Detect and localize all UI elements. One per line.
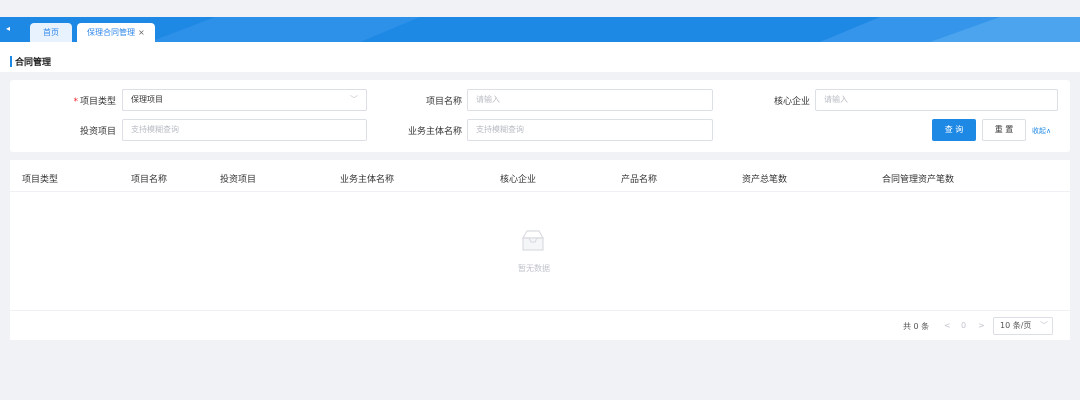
collapse-filter-link[interactable]: 收起∧ <box>1032 126 1051 136</box>
tab-factoring-contract[interactable]: 保理合同管理 × <box>77 23 155 42</box>
current-page[interactable]: 0 <box>961 321 966 330</box>
chevron-down-icon: ﹀ <box>350 95 358 104</box>
reset-button[interactable]: 重 置 <box>982 119 1026 141</box>
page-size-value: 10 条/页 <box>1000 321 1032 330</box>
empty-text: 暂无数据 <box>518 264 550 273</box>
column-contract-assets: 合同管理资产笔数 <box>882 175 955 185</box>
project-type-label: * 项目类型 <box>73 97 116 107</box>
title-accent-bar <box>10 56 12 67</box>
tab-home-label: 首页 <box>43 28 59 37</box>
page-header: 合同管理 <box>0 42 1080 72</box>
page-title: 合同管理 <box>15 58 52 68</box>
query-button[interactable]: 查 询 <box>932 119 976 141</box>
empty-box-icon <box>521 230 545 251</box>
column-investment-project: 投资项目 <box>220 175 257 185</box>
header-decoration <box>150 17 1080 42</box>
column-project-name: 项目名称 <box>131 175 168 185</box>
tab-home[interactable]: 首页 <box>30 23 72 42</box>
close-icon[interactable]: × <box>138 28 145 37</box>
pagination-total: 共 0 条 <box>903 322 930 331</box>
project-type-select[interactable]: 保理项目 ﹀ <box>122 89 367 111</box>
next-page-button[interactable]: > <box>978 321 985 330</box>
pagination: 共 0 条 < 0 > 10 条/页 ﹀ <box>10 310 1070 340</box>
required-mark: * <box>73 97 78 107</box>
business-entity-label: 业务主体名称 <box>407 127 462 137</box>
chevron-down-icon: ﹀ <box>1040 321 1048 330</box>
column-business-entity: 业务主体名称 <box>340 175 395 185</box>
table-header: 项目类型 项目名称 投资项目 业务主体名称 核心企业 产品名称 资产总笔数 合同… <box>10 160 1070 192</box>
project-name-label: 项目名称 <box>425 97 462 107</box>
column-core-enterprise: 核心企业 <box>500 175 537 185</box>
core-enterprise-input[interactable]: 请输入 <box>815 89 1058 111</box>
project-name-input[interactable]: 请输入 <box>467 89 713 111</box>
filter-panel: * 项目类型 保理项目 ﹀ 项目名称 请输入 核心企业 请输入 投资项目 支持模糊… <box>10 80 1070 152</box>
tab-factoring-contract-label: 保理合同管理 <box>87 28 135 37</box>
page-size-select[interactable]: 10 条/页 ﹀ <box>993 317 1053 335</box>
prev-page-button[interactable]: < <box>944 321 951 330</box>
column-project-type: 项目类型 <box>22 175 59 185</box>
project-type-value: 保理项目 <box>131 95 163 104</box>
core-enterprise-label: 核心企业 <box>773 97 810 107</box>
top-tab-bar: ◂ 首页 保理合同管理 × <box>0 17 1080 42</box>
column-total-assets: 资产总笔数 <box>742 175 788 185</box>
collapse-sidebar-icon[interactable]: ◂ <box>6 23 16 35</box>
investment-project-input[interactable]: 支持模糊查询 <box>122 119 367 141</box>
investment-project-label: 投资项目 <box>79 127 116 137</box>
business-entity-input[interactable]: 支持模糊查询 <box>467 119 713 141</box>
column-product-name: 产品名称 <box>621 175 658 185</box>
data-table: 项目类型 项目名称 投资项目 业务主体名称 核心企业 产品名称 资产总笔数 合同… <box>10 160 1070 340</box>
